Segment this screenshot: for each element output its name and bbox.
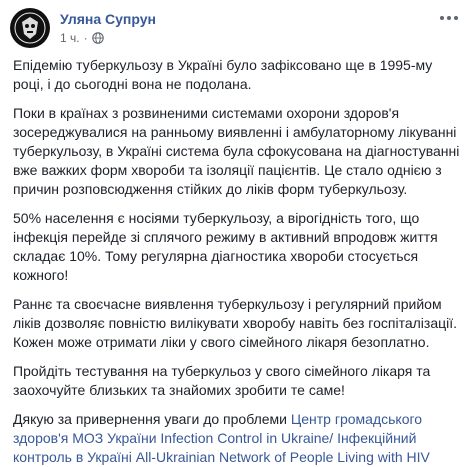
post-header: Уляна Супрун 1 ч. · — [10, 8, 156, 48]
post-paragraph: Раннє та своєчасне виявлення туберкульоз… — [13, 296, 458, 350]
post-body: Епідемію туберкульозу в Україні було заф… — [13, 56, 461, 467]
facebook-post: Уляна Супрун 1 ч. · Епідемію туберкульоз… — [0, 0, 472, 465]
thanks-paragraph: Дякую за привернення уваги до проблеми Ц… — [13, 410, 461, 467]
post-meta: Уляна Супрун 1 ч. · — [60, 10, 156, 46]
avatar[interactable] — [10, 8, 50, 48]
page-link-hiv-network[interactable]: All-Ukrainian Network of People Living w… — [136, 449, 430, 465]
post-paragraph: Поки в країнах з розвиненими системами о… — [13, 105, 460, 197]
avatar-emblem-icon — [11, 9, 49, 47]
thanks-prefix: Дякую за привернення уваги до проблеми — [13, 411, 291, 427]
author-name[interactable]: Уляна Супрун — [60, 10, 156, 28]
post-paragraph: Епідемію туберкульозу в Україні було заф… — [13, 57, 433, 92]
separator-dot: · — [83, 31, 88, 45]
globe-icon[interactable] — [91, 32, 104, 44]
post-paragraph: Пройдіть тестування на туберкульоз у сво… — [13, 363, 431, 398]
post-subline: 1 ч. · — [60, 30, 156, 46]
more-options-icon[interactable] — [438, 10, 460, 26]
post-timestamp[interactable]: 1 ч. — [60, 30, 80, 46]
post-paragraph: 50% населення є носіями туберкульозу, а … — [13, 210, 438, 283]
